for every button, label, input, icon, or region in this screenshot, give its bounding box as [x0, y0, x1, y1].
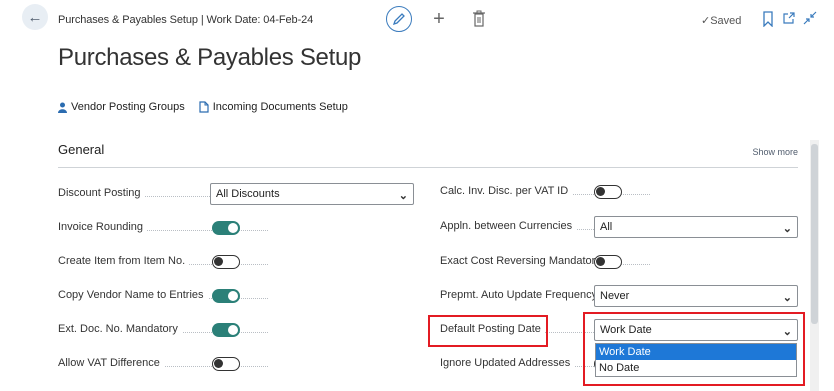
- copy-vendor-name-toggle[interactable]: [212, 289, 240, 303]
- document-icon: [199, 101, 209, 113]
- pencil-icon: [392, 13, 405, 26]
- create-item-from-item-no-field: Create Item from Item No.: [58, 251, 268, 273]
- field-label: Ext. Doc. No. Mandatory: [58, 323, 182, 335]
- vendor-posting-groups-action[interactable]: Vendor Posting Groups: [58, 101, 185, 113]
- person-icon: [58, 102, 67, 113]
- chevron-down-icon: ⌄: [782, 292, 792, 304]
- collapse-icon: [803, 11, 817, 25]
- copy-vendor-name-field: Copy Vendor Name to Entries: [58, 285, 268, 307]
- calc-inv-disc-per-vat-id-field: Calc. Inv. Disc. per VAT ID: [440, 181, 650, 203]
- new-button[interactable]: +: [430, 8, 448, 30]
- general-section-header: General Show more: [58, 138, 798, 168]
- discount-posting-select[interactable]: All Discounts ⌄: [210, 183, 414, 205]
- saved-status: ✓Saved: [701, 15, 742, 27]
- collapse-button[interactable]: [803, 11, 817, 25]
- back-arrow-icon: ←: [27, 8, 43, 26]
- allow-vat-difference-toggle[interactable]: [212, 357, 240, 371]
- chevron-down-icon: ⌄: [398, 190, 408, 202]
- field-label: Allow VAT Difference: [58, 357, 164, 369]
- calc-inv-disc-per-vat-id-toggle[interactable]: [594, 185, 622, 199]
- allow-vat-difference-field: Allow VAT Difference: [58, 353, 268, 375]
- field-label: Prepmt. Auto Update Frequency: [440, 289, 602, 301]
- field-label: Discount Posting: [58, 187, 145, 199]
- top-bar: ← Purchases & Payables Setup | Work Date…: [0, 0, 834, 40]
- incoming-documents-setup-action[interactable]: Incoming Documents Setup: [199, 101, 348, 113]
- action-label: Incoming Documents Setup: [212, 101, 348, 113]
- edit-button[interactable]: [386, 6, 412, 32]
- action-label: Vendor Posting Groups: [71, 101, 185, 113]
- highlight-box-dropdown: [583, 312, 805, 386]
- invoice-rounding-field: Invoice Rounding: [58, 217, 268, 239]
- ext-doc-no-mandatory-field: Ext. Doc. No. Mandatory: [58, 319, 268, 341]
- prepmt-auto-update-frequency-select[interactable]: Never ⌄: [594, 285, 798, 307]
- exact-cost-reversing-mandatory-field: Exact Cost Reversing Mandatory: [440, 251, 650, 273]
- discount-posting-field: Discount Posting All Discounts ⌄: [58, 183, 418, 205]
- invoice-rounding-toggle[interactable]: [212, 221, 240, 235]
- field-label: Invoice Rounding: [58, 221, 148, 233]
- action-bar: Vendor Posting Groups Incoming Documents…: [58, 98, 362, 116]
- field-label: Calc. Inv. Disc. per VAT ID: [440, 185, 573, 197]
- back-button[interactable]: ←: [22, 4, 48, 30]
- bookmark-button[interactable]: [762, 11, 774, 28]
- prepmt-auto-update-frequency-field: Prepmt. Auto Update Frequency Never ⌄: [440, 285, 800, 307]
- breadcrumb: Purchases & Payables Setup | Work Date: …: [58, 14, 314, 26]
- chevron-down-icon: ⌄: [782, 223, 792, 235]
- ext-doc-no-mandatory-toggle[interactable]: [212, 323, 240, 337]
- highlight-box-label: [428, 315, 548, 347]
- field-label: Copy Vendor Name to Entries: [58, 289, 208, 301]
- field-label: Appln. between Currencies: [440, 220, 577, 232]
- scrollbar-thumb[interactable]: [811, 144, 818, 324]
- popout-button[interactable]: [782, 11, 796, 25]
- field-label: Create Item from Item No.: [58, 255, 190, 267]
- trash-icon: [473, 10, 485, 27]
- appln-between-currencies-select[interactable]: All ⌄: [594, 216, 798, 238]
- create-item-from-item-no-toggle[interactable]: [212, 255, 240, 269]
- open-new-window-icon: [783, 12, 795, 24]
- select-value: All Discounts: [216, 188, 280, 200]
- exact-cost-reversing-mandatory-toggle[interactable]: [594, 255, 622, 269]
- field-label: Ignore Updated Addresses: [440, 357, 575, 369]
- select-value: All: [600, 221, 613, 233]
- section-title[interactable]: General: [58, 142, 104, 157]
- vertical-scrollbar[interactable]: [810, 140, 819, 391]
- delete-button[interactable]: [472, 10, 486, 28]
- bookmark-icon: [763, 11, 773, 28]
- select-value: Never: [600, 290, 630, 302]
- field-label: Exact Cost Reversing Mandatory: [440, 255, 605, 267]
- show-more-link[interactable]: Show more: [752, 147, 798, 157]
- plus-icon: +: [433, 8, 445, 30]
- page-title: Purchases & Payables Setup: [58, 44, 362, 71]
- appln-between-currencies-field: Appln. between Currencies All ⌄: [440, 216, 800, 238]
